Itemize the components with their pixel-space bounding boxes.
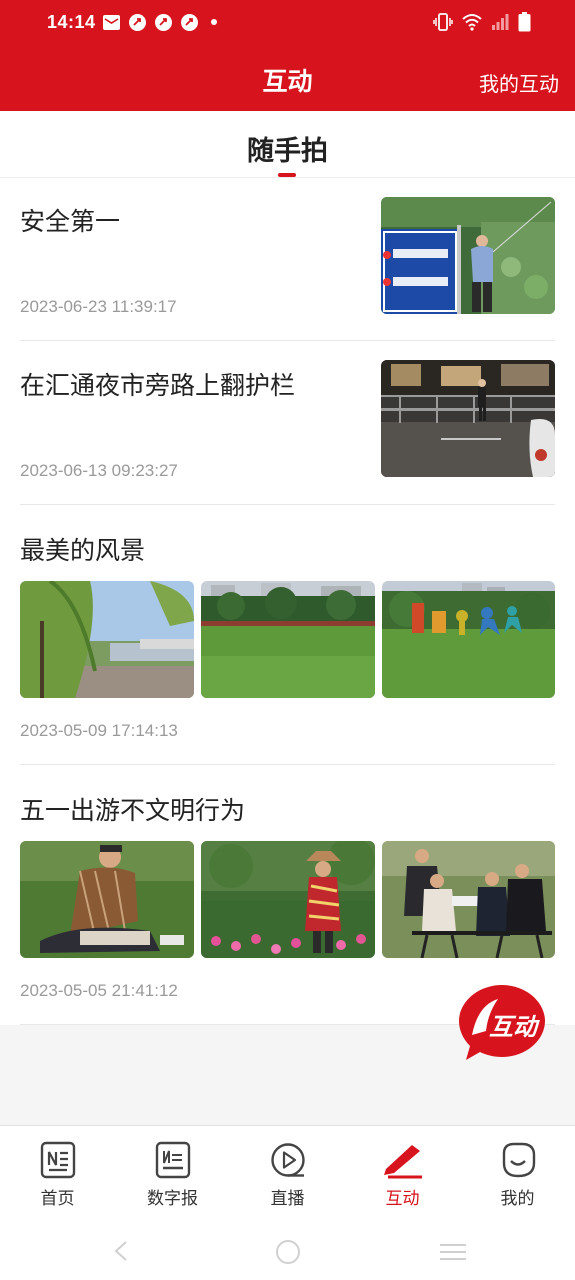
- live-play-icon: [270, 1141, 306, 1179]
- post-title: 五一出游不文明行为: [20, 797, 246, 825]
- photo-group-on-grass[interactable]: [382, 841, 555, 958]
- bottom-nav: 首页 数字报 直播 互动 我的: [0, 1125, 575, 1220]
- photo-willows-river[interactable]: [20, 581, 194, 698]
- status-time: 14:14: [47, 12, 96, 32]
- photo-night-street-railing[interactable]: [381, 360, 555, 477]
- digital-paper-icon: [155, 1141, 191, 1179]
- smile-profile-icon: [500, 1141, 536, 1179]
- post-time: 2023-06-23 11:39:17: [20, 297, 177, 316]
- photo-woman-in-flowers[interactable]: [201, 841, 375, 958]
- wifi-icon: [462, 13, 482, 36]
- home-circle-icon[interactable]: [275, 1239, 301, 1270]
- active-tab-indicator: [278, 173, 296, 177]
- mail-icon: [102, 13, 121, 32]
- photo-man-on-grass[interactable]: [20, 841, 194, 958]
- list-item[interactable]: 安全第一 2023-06-23 11:39:17: [20, 178, 555, 341]
- nav-interact[interactable]: 互动: [345, 1126, 460, 1221]
- tab-snapshot[interactable]: 随手拍: [0, 129, 575, 168]
- status-bar: 14:14: [0, 0, 575, 46]
- my-interaction-link[interactable]: 我的互动: [479, 68, 559, 97]
- nav-digital-paper-label: 数字报: [147, 1189, 198, 1208]
- nav-profile[interactable]: 我的: [460, 1126, 575, 1221]
- signal-icon: [491, 13, 509, 36]
- interact-fab-button[interactable]: 互动: [458, 983, 546, 1061]
- nav-profile-label: 我的: [500, 1189, 535, 1208]
- list-item[interactable]: 最美的风景 2023-05-09 17:14:13: [20, 505, 555, 765]
- post-title: 在汇通夜市旁路上翻护栏: [20, 372, 296, 400]
- post-time: 2023-06-13 09:23:27: [20, 461, 178, 480]
- nav-digital-paper[interactable]: 数字报: [115, 1126, 230, 1221]
- more-notifications-dot: [211, 19, 217, 25]
- recent-apps-icon[interactable]: [439, 1242, 467, 1267]
- post-time: 2023-05-09 17:14:13: [20, 721, 178, 740]
- back-icon[interactable]: [112, 1240, 130, 1267]
- nav-home-label: 首页: [40, 1189, 75, 1208]
- news-home-icon: [40, 1141, 76, 1179]
- post-title: 最美的风景: [20, 537, 146, 565]
- post-time: 2023-05-05 21:41:12: [20, 981, 178, 1000]
- post-list: 安全第一 2023-06-23 11:39:17 在汇通夜市旁路上翻护栏 202…: [0, 178, 575, 1025]
- app-notification-icon: [154, 13, 173, 32]
- photo-fishing-sign[interactable]: [381, 197, 555, 314]
- fab-label: 互动: [489, 1014, 537, 1041]
- app-notification-icon: [180, 13, 199, 32]
- nav-live[interactable]: 直播: [230, 1126, 345, 1221]
- list-item[interactable]: 在汇通夜市旁路上翻护栏 2023-06-13 09:23:27: [20, 341, 555, 505]
- nav-interact-label: 互动: [385, 1189, 420, 1208]
- app-notification-icon: [128, 13, 147, 32]
- vibrate-icon: [433, 13, 453, 36]
- system-nav-bar: [0, 1220, 575, 1280]
- photo-lawn-sculpture[interactable]: [382, 581, 555, 698]
- top-header-bar: 14:14 互动 我的互动: [0, 0, 575, 111]
- battery-icon: [518, 12, 531, 37]
- nav-live-label: 直播: [270, 1189, 305, 1208]
- nav-home[interactable]: 首页: [0, 1126, 115, 1221]
- pen-interact-icon: [382, 1141, 424, 1179]
- tab-bar: 随手拍: [0, 111, 575, 178]
- post-title: 安全第一: [20, 208, 121, 236]
- photo-lawn-park[interactable]: [201, 581, 375, 698]
